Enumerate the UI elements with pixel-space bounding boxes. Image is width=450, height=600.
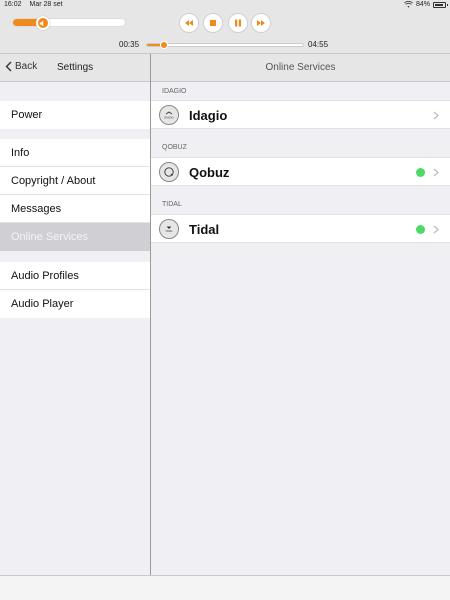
section-header-tidal: TIDAL xyxy=(162,201,182,208)
sidebar-item-audio-profiles[interactable]: Audio Profiles xyxy=(0,262,150,290)
status-time: 16:02 xyxy=(4,1,22,8)
sidebar-item-copyright[interactable]: Copyright / About xyxy=(0,167,150,195)
wifi-icon xyxy=(404,1,413,8)
previous-button[interactable] xyxy=(179,13,199,33)
next-icon xyxy=(257,20,265,26)
sidebar-group-audio: Audio Profiles Audio Player xyxy=(0,262,150,318)
elapsed-time: 00:35 xyxy=(119,40,140,49)
back-label: Back xyxy=(15,61,38,72)
service-name-idagio: Idagio xyxy=(189,108,228,123)
detail-nav-bar: Online Services xyxy=(151,54,450,82)
volume-slider[interactable] xyxy=(12,16,126,30)
previous-icon xyxy=(185,20,193,26)
stop-button[interactable] xyxy=(203,13,223,33)
status-date: Mar 28 set xyxy=(29,1,63,8)
seek-knob[interactable] xyxy=(160,41,169,49)
chevron-left-icon xyxy=(5,61,12,72)
section-header-qobuz: QOBUZ xyxy=(162,144,187,151)
service-name-tidal: Tidal xyxy=(189,222,220,237)
sidebar-item-info[interactable]: Info xyxy=(0,139,150,167)
bottom-bar xyxy=(0,575,450,600)
volume-knob[interactable] xyxy=(35,16,50,30)
tidal-logo-icon: TIDAL xyxy=(159,219,179,239)
connected-status-dot xyxy=(416,168,425,177)
chevron-right-icon xyxy=(433,111,439,120)
player-bar: 00:35 04:55 xyxy=(0,10,450,54)
sidebar-group-info: Info Copyright / About Messages Online S… xyxy=(0,139,150,251)
service-row-qobuz[interactable]: Qobuz xyxy=(151,157,450,186)
seek-slider[interactable] xyxy=(146,41,304,49)
connected-status-dot xyxy=(416,225,425,234)
online-services-list: IDAGIO IDAGIO Idagio QOBUZ Qobuz TIDAL T… xyxy=(151,82,450,575)
sidebar-item-online-services[interactable]: Online Services xyxy=(0,223,150,251)
page-title: Online Services xyxy=(265,62,336,73)
total-time: 04:55 xyxy=(308,40,329,49)
sidebar-item-power[interactable]: Power xyxy=(0,101,150,129)
stop-icon xyxy=(210,20,216,26)
chevron-right-icon xyxy=(433,168,439,177)
qobuz-logo-icon xyxy=(159,162,179,182)
settings-sidebar: Power Info Copyright / About Messages On… xyxy=(0,82,150,575)
svg-text:TIDAL: TIDAL xyxy=(165,229,173,233)
status-bar: 16:02 Mar 28 set 84% xyxy=(0,0,450,10)
sidebar-item-messages[interactable]: Messages xyxy=(0,195,150,223)
sidebar-item-audio-player[interactable]: Audio Player xyxy=(0,290,150,318)
battery-icon xyxy=(433,1,448,8)
section-header-idagio: IDAGIO xyxy=(162,88,187,95)
service-row-idagio[interactable]: IDAGIO Idagio xyxy=(151,100,450,129)
settings-title: Settings xyxy=(57,62,94,73)
service-name-qobuz: Qobuz xyxy=(189,165,230,180)
pause-button[interactable] xyxy=(228,13,248,33)
settings-nav-bar: Back Settings xyxy=(0,54,150,82)
service-row-tidal[interactable]: TIDAL Tidal xyxy=(151,214,450,243)
battery-percent: 84% xyxy=(415,1,430,8)
pause-icon xyxy=(235,19,241,27)
speaker-icon xyxy=(39,20,44,26)
sidebar-group-power: Power xyxy=(0,101,150,129)
idagio-logo-icon: IDAGIO xyxy=(159,105,179,125)
chevron-right-icon xyxy=(433,225,439,234)
back-button[interactable]: Back xyxy=(5,61,37,72)
svg-text:IDAGIO: IDAGIO xyxy=(164,116,173,120)
next-button[interactable] xyxy=(251,13,271,33)
